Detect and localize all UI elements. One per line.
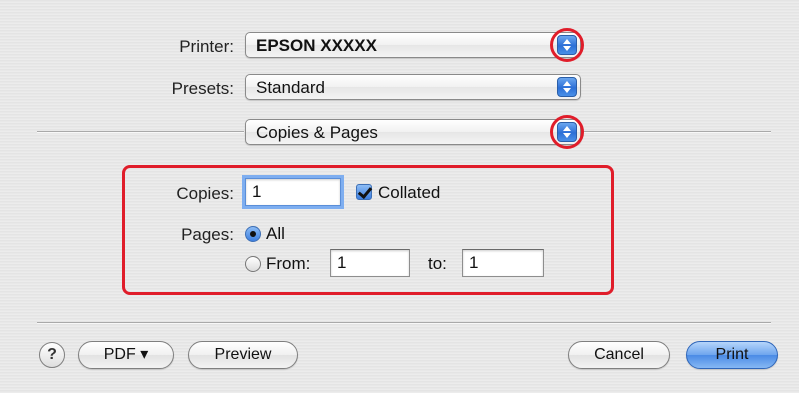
panel-popup[interactable]: Copies & Pages: [245, 119, 581, 145]
presets-popup[interactable]: Standard: [245, 74, 581, 100]
copies-label: Copies:: [176, 184, 234, 203]
pages-all-radio[interactable]: [245, 226, 261, 242]
separator-right: [583, 131, 771, 133]
printer-label: Printer:: [179, 37, 234, 56]
pages-to-label: to:: [428, 254, 447, 273]
pages-to-field[interactable]: 1: [462, 249, 544, 277]
popup-arrows-icon: [557, 77, 577, 97]
preview-button[interactable]: Preview: [188, 341, 298, 369]
presets-label: Presets:: [171, 79, 234, 98]
highlight-circle: [550, 28, 584, 62]
print-button[interactable]: Print: [686, 341, 778, 369]
printer-popup-value: EPSON XXXXX: [256, 36, 377, 55]
pages-from-field[interactable]: 1: [330, 249, 410, 277]
collated-label: Collated: [378, 183, 441, 202]
footer-separator: [37, 322, 771, 324]
printer-popup[interactable]: EPSON XXXXX: [245, 32, 581, 58]
presets-popup-value: Standard: [256, 78, 325, 97]
pages-all-label: All: [266, 224, 285, 243]
pages-label: Pages:: [181, 225, 234, 244]
help-button[interactable]: ?: [39, 342, 65, 368]
pages-from-radio[interactable]: [245, 256, 261, 272]
pages-from-label: From:: [266, 254, 311, 273]
cancel-button[interactable]: Cancel: [568, 341, 670, 369]
panel-popup-value: Copies & Pages: [256, 123, 378, 142]
collated-checkbox[interactable]: [356, 184, 372, 200]
copies-field[interactable]: 1: [245, 178, 341, 206]
separator-left: [37, 131, 244, 133]
highlight-circle: [550, 115, 584, 149]
pdf-button[interactable]: PDF ▾: [78, 341, 174, 369]
